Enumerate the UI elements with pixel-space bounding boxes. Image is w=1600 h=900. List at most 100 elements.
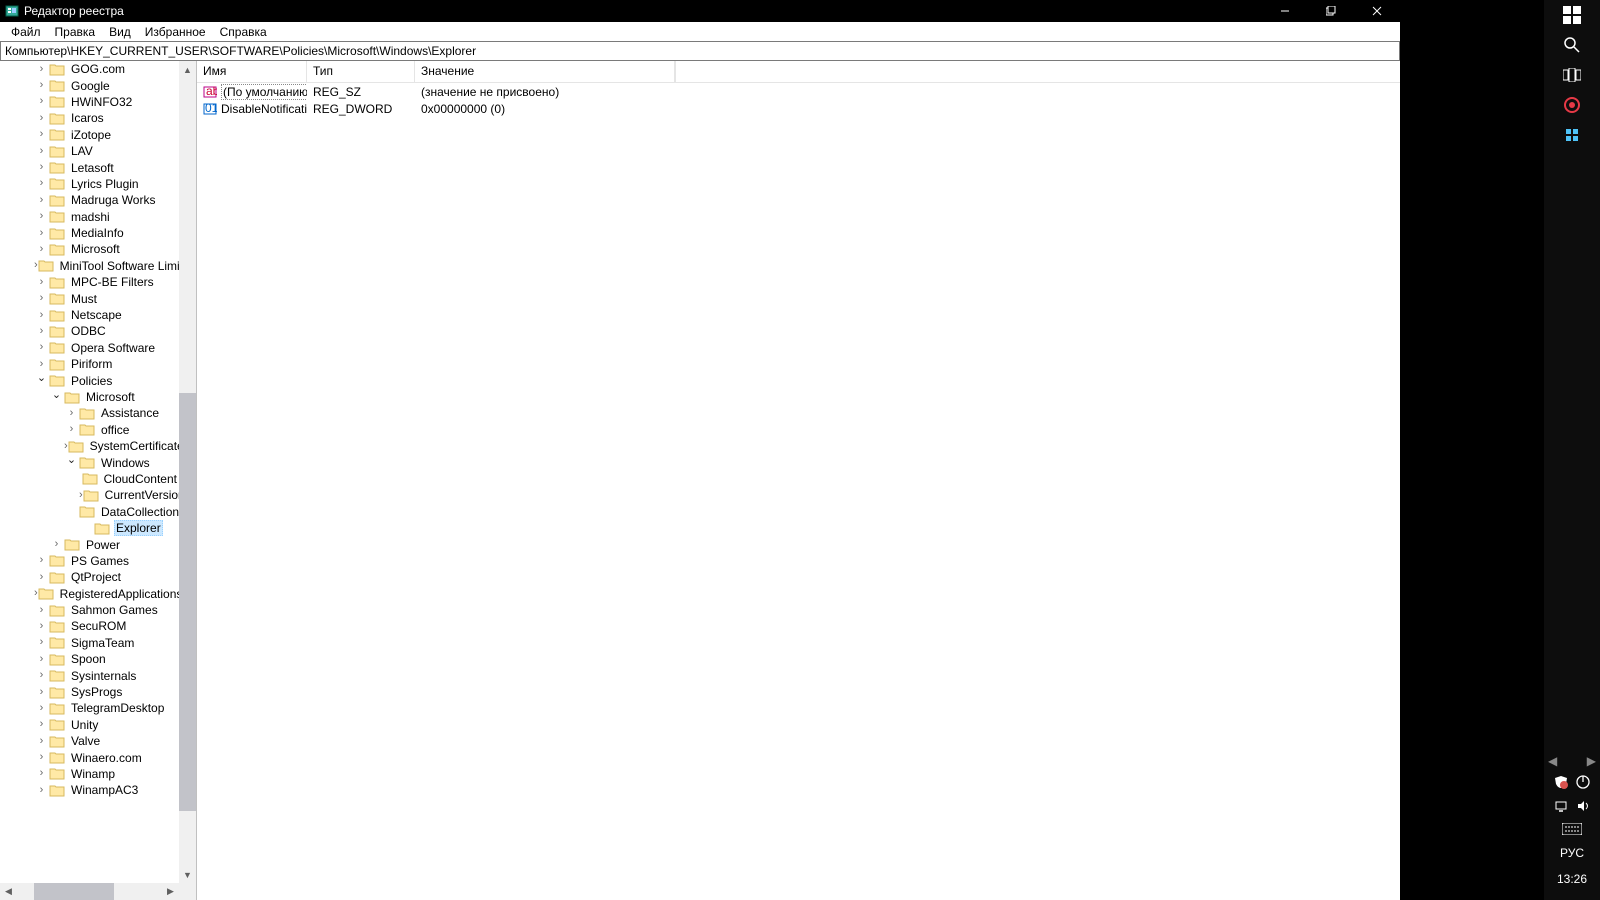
menu-edit[interactable]: Правка — [48, 23, 103, 41]
task-view-icon[interactable] — [1548, 60, 1596, 90]
collapse-icon[interactable]: ⌄ — [49, 390, 64, 401]
expand-icon[interactable]: › — [34, 195, 49, 206]
expand-icon[interactable]: › — [34, 96, 49, 107]
scroll-right-icon[interactable]: ▶ — [162, 883, 179, 900]
col-name[interactable]: Имя — [197, 61, 307, 82]
expand-icon[interactable]: › — [34, 670, 49, 681]
tree-item[interactable]: ›RegisteredApplications — [0, 586, 179, 602]
tree-item[interactable]: ›Google — [0, 77, 179, 93]
tree-item[interactable]: CloudContent — [0, 471, 179, 487]
menu-help[interactable]: Справка — [213, 23, 274, 41]
expand-icon[interactable]: › — [34, 703, 49, 714]
tree-item[interactable]: ›Icaros — [0, 110, 179, 126]
expand-icon[interactable]: › — [34, 605, 49, 616]
expand-icon[interactable]: › — [34, 719, 49, 730]
tree-item[interactable]: Explorer — [0, 520, 179, 536]
tree-item[interactable]: ›CurrentVersion — [0, 487, 179, 503]
tree-item[interactable]: ›MPC-BE Filters — [0, 274, 179, 290]
tree-item[interactable]: ›office — [0, 422, 179, 438]
col-type[interactable]: Тип — [307, 61, 415, 82]
tree-item[interactable]: ›Valve — [0, 733, 179, 749]
expand-icon[interactable]: › — [34, 129, 49, 140]
expand-icon[interactable]: › — [34, 277, 49, 288]
expand-icon[interactable]: › — [34, 621, 49, 632]
scroll-thumb[interactable] — [179, 393, 196, 811]
tray-volume-icon[interactable] — [1576, 799, 1590, 813]
tree-item[interactable]: ›Netscape — [0, 307, 179, 323]
expand-icon[interactable]: › — [34, 310, 49, 321]
expand-icon[interactable]: › — [34, 326, 49, 337]
registry-tree[interactable]: ›GOG.com›Google›HWiNFO32›Icaros›iZotope›… — [0, 61, 179, 883]
address-input[interactable] — [1, 42, 1399, 60]
collapse-icon[interactable]: ⌄ — [64, 455, 79, 466]
menu-file[interactable]: Файл — [4, 23, 48, 41]
expand-icon[interactable]: › — [34, 244, 49, 255]
value-row[interactable]: ab(По умолчанию)REG_SZ(значение не присв… — [197, 83, 1400, 100]
tree-item[interactable]: ›QtProject — [0, 569, 179, 585]
taskbar-app-record[interactable] — [1548, 90, 1596, 120]
expand-icon[interactable]: › — [34, 572, 49, 583]
tree-item[interactable]: ›Microsoft — [0, 241, 179, 257]
minimize-button[interactable] — [1262, 0, 1308, 22]
tree-item[interactable]: ›MiniTool Software Limited — [0, 258, 179, 274]
expand-icon[interactable]: › — [34, 768, 49, 779]
tree-item[interactable]: ›PS Games — [0, 553, 179, 569]
hscroll-thumb[interactable] — [34, 883, 114, 900]
tree-item[interactable]: ›GOG.com — [0, 61, 179, 77]
expand-icon[interactable]: › — [34, 637, 49, 648]
tree-item[interactable]: ›Winaero.com — [0, 749, 179, 765]
expand-icon[interactable]: › — [34, 359, 49, 370]
expand-icon[interactable]: › — [34, 555, 49, 566]
tray-network-icon[interactable] — [1554, 799, 1568, 813]
maximize-button[interactable] — [1308, 0, 1354, 22]
tree-item[interactable]: ›Sahmon Games — [0, 602, 179, 618]
tray-overflow[interactable]: ◀▶ — [1544, 752, 1600, 770]
scroll-up-icon[interactable]: ▲ — [179, 61, 196, 78]
tree-item[interactable]: ›iZotope — [0, 127, 179, 143]
tree-item[interactable]: ›TelegramDesktop — [0, 700, 179, 716]
col-value[interactable]: Значение — [415, 61, 675, 82]
taskbar-app-regedit[interactable] — [1548, 120, 1596, 150]
expand-icon[interactable]: › — [34, 80, 49, 91]
tree-item[interactable]: ›Madruga Works — [0, 192, 179, 208]
tree-item[interactable]: ›WinampAC3 — [0, 782, 179, 798]
collapse-icon[interactable]: ⌄ — [34, 373, 49, 384]
expand-icon[interactable]: › — [34, 752, 49, 763]
tree-item[interactable]: ⌄Policies — [0, 372, 179, 388]
tree-item[interactable]: ⌄Microsoft — [0, 389, 179, 405]
tree-item[interactable]: ›Sysinternals — [0, 667, 179, 683]
expand-icon[interactable]: › — [34, 211, 49, 222]
expand-icon[interactable]: › — [34, 736, 49, 747]
expand-icon[interactable]: › — [49, 539, 64, 550]
scroll-left-icon[interactable]: ◀ — [0, 883, 17, 900]
search-icon[interactable] — [1548, 30, 1596, 60]
tree-item[interactable]: ›Power — [0, 536, 179, 552]
expand-icon[interactable]: › — [64, 424, 79, 435]
tree-item[interactable]: ›Piriform — [0, 356, 179, 372]
tree-vscrollbar[interactable]: ▲ ▼ — [179, 61, 196, 883]
tree-item[interactable]: ›ODBC — [0, 323, 179, 339]
tree-item[interactable]: ›SysProgs — [0, 684, 179, 700]
expand-icon[interactable]: › — [34, 146, 49, 157]
expand-icon[interactable]: › — [34, 785, 49, 796]
tray-security-icon[interactable] — [1554, 775, 1568, 789]
expand-icon[interactable]: › — [34, 228, 49, 239]
tray-keyboard-icon[interactable] — [1562, 823, 1582, 835]
tray-power-icon[interactable] — [1576, 775, 1590, 789]
tree-hscrollbar[interactable]: ◀ ▶ — [0, 883, 196, 900]
expand-icon[interactable]: › — [34, 654, 49, 665]
tray-clock[interactable]: 13:26 — [1557, 866, 1587, 892]
tree-item[interactable]: ›Assistance — [0, 405, 179, 421]
expand-icon[interactable]: › — [34, 293, 49, 304]
tree-item[interactable]: ›Opera Software — [0, 340, 179, 356]
tray-language[interactable]: РУС — [1560, 840, 1584, 866]
tree-item[interactable]: DataCollection — [0, 504, 179, 520]
expand-icon[interactable]: › — [34, 687, 49, 698]
tree-item[interactable]: ›Lyrics Plugin — [0, 176, 179, 192]
tree-item[interactable]: ›Spoon — [0, 651, 179, 667]
tree-item[interactable]: ›HWiNFO32 — [0, 94, 179, 110]
expand-icon[interactable]: › — [34, 178, 49, 189]
expand-icon[interactable]: › — [34, 162, 49, 173]
scroll-down-icon[interactable]: ▼ — [179, 866, 196, 883]
tree-item[interactable]: ›Winamp — [0, 766, 179, 782]
